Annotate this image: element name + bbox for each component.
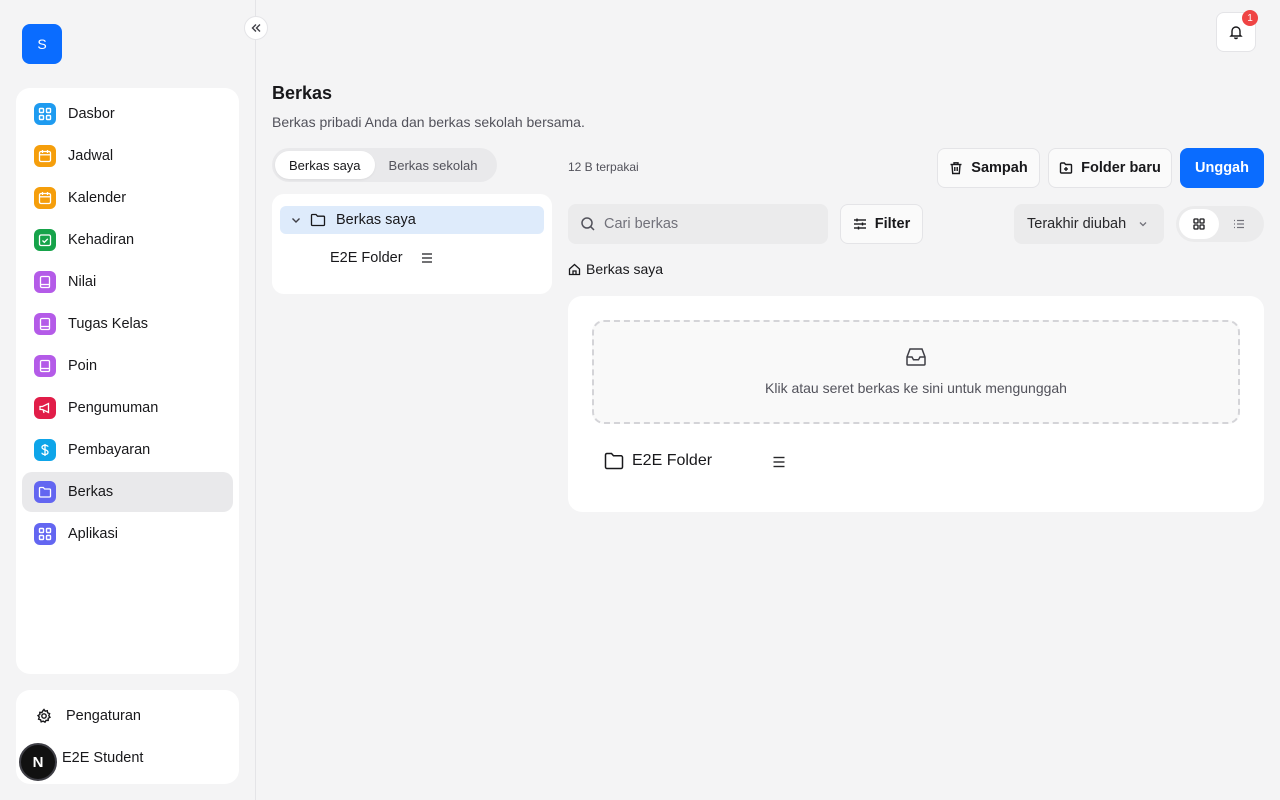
list-view-button[interactable] <box>1219 209 1259 239</box>
inbox-icon <box>906 348 926 366</box>
sidebar-item-label: Pengumuman <box>68 400 159 416</box>
page-subtitle: Berkas pribadi Anda dan berkas sekolah b… <box>272 114 585 130</box>
sidebar-item-label: Dasbor <box>68 106 115 122</box>
sidebar-item-dasbor[interactable]: Dasbor <box>22 94 233 134</box>
sidebar-item-kehadiran[interactable]: Kehadiran <box>22 220 233 260</box>
sidebar-item-label: Tugas Kelas <box>68 316 149 332</box>
bell-icon <box>1229 26 1243 40</box>
sidebar-item-label: Pembayaran <box>68 442 151 458</box>
tree-child-label: E2E Folder <box>330 250 403 266</box>
folder-icon <box>34 481 56 503</box>
chevron-down-icon <box>1139 222 1147 227</box>
sidebar-item-tugas-kelas[interactable]: Tugas Kelas <box>22 304 233 344</box>
sidebar-item-label: Jadwal <box>68 148 114 164</box>
avatar[interactable]: N <box>19 743 57 781</box>
tree-child-item[interactable]: E2E Folder <box>330 248 433 268</box>
new-folder-button[interactable]: Folder baru <box>1048 148 1172 188</box>
school-logo[interactable]: S <box>22 24 62 64</box>
sidebar-item-aplikasi[interactable]: Aplikasi <box>22 514 233 554</box>
list-icon <box>1234 219 1244 229</box>
files-panel: Klik atau seret berkas ke sini untuk men… <box>568 296 1264 512</box>
grid-icon <box>34 523 56 545</box>
user-name: E2E Student <box>62 750 144 766</box>
sidebar: S Dasbor Jadwal Kalender Kehadiran Nilai… <box>0 0 256 800</box>
sidebar-item-label: Kehadiran <box>68 232 135 248</box>
storage-usage: 12 B terpakai <box>568 160 639 174</box>
menu-icon[interactable] <box>421 252 433 264</box>
menu-icon[interactable] <box>772 455 786 472</box>
sort-select[interactable]: Terakhir diubah <box>1014 204 1164 244</box>
gear-icon <box>36 708 52 724</box>
notification-badge: 1 <box>1242 10 1258 26</box>
breadcrumb-root: Berkas saya <box>586 261 664 277</box>
breadcrumb[interactable]: Berkas saya <box>568 261 663 277</box>
sidebar-item-jadwal[interactable]: Jadwal <box>22 136 233 176</box>
folder-plus-icon <box>1059 162 1073 174</box>
folder-icon <box>310 212 326 228</box>
book-icon <box>34 355 56 377</box>
sidebar-item-label: Kalender <box>68 190 127 206</box>
calendar-icon <box>34 145 56 167</box>
upload-button[interactable]: Unggah <box>1180 148 1264 188</box>
settings-label: Pengaturan <box>66 708 141 724</box>
megaphone-icon <box>34 397 56 419</box>
filter-label: Filter <box>874 216 911 232</box>
dollar-icon <box>34 439 56 461</box>
tree-root-item[interactable]: Berkas saya <box>280 206 544 234</box>
sidebar-item-berkas[interactable]: Berkas <box>22 472 233 512</box>
sidebar-item-poin[interactable]: Poin <box>22 346 233 386</box>
collapse-sidebar-button[interactable] <box>244 16 268 40</box>
sidebar-item-kalender[interactable]: Kalender <box>22 178 233 218</box>
calendar-check-icon <box>34 229 56 251</box>
book-icon <box>34 313 56 335</box>
sidebar-item-label: Nilai <box>68 274 97 290</box>
chevron-down-icon[interactable] <box>290 214 302 226</box>
tree-root-label: Berkas saya <box>336 212 416 228</box>
sidebar-item-pengumuman[interactable]: Pengumuman <box>22 388 233 428</box>
grid-icon <box>1193 218 1205 230</box>
search-input[interactable] <box>604 216 804 232</box>
new-folder-label: Folder baru <box>1081 160 1161 176</box>
page-title: Berkas <box>272 83 333 103</box>
tab-berkas-sekolah[interactable]: Berkas sekolah <box>375 151 492 179</box>
folder-icon <box>604 452 624 470</box>
upload-dropzone[interactable]: Klik atau seret berkas ke sini untuk men… <box>592 320 1240 424</box>
sidebar-item-label: Berkas <box>68 484 114 500</box>
sidebar-item-pembayaran[interactable]: Pembayaran <box>22 430 233 470</box>
sidebar-nav: Dasbor Jadwal Kalender Kehadiran Nilai T… <box>16 88 239 674</box>
sort-label: Terakhir diubah <box>1027 216 1127 232</box>
sidebar-item-label: Poin <box>68 358 98 374</box>
trash-icon <box>950 162 962 175</box>
view-toggle <box>1176 206 1264 242</box>
folder-item[interactable]: E2E Folder <box>604 452 712 470</box>
home-icon <box>568 263 581 275</box>
sidebar-item-label: Aplikasi <box>68 526 118 542</box>
book-icon <box>34 271 56 293</box>
search-icon <box>581 217 595 231</box>
search-field[interactable] <box>568 204 828 244</box>
sliders-icon <box>853 218 866 230</box>
grid-icon <box>34 103 56 125</box>
chevrons-left-icon <box>251 24 261 32</box>
dropzone-text: Klik atau seret berkas ke sini untuk men… <box>765 380 1067 396</box>
sidebar-item-nilai[interactable]: Nilai <box>22 262 233 302</box>
folder-tree: Berkas saya E2E Folder <box>272 194 552 294</box>
trash-label: Sampah <box>971 160 1028 176</box>
trash-button[interactable]: Sampah <box>937 148 1040 188</box>
calendar-icon <box>34 187 56 209</box>
upload-label: Unggah <box>1195 160 1249 176</box>
file-tabs: Berkas saya Berkas sekolah <box>272 148 497 182</box>
tab-berkas-saya[interactable]: Berkas saya <box>275 151 375 179</box>
grid-view-button[interactable] <box>1179 209 1219 239</box>
filter-button[interactable]: Filter <box>840 204 923 244</box>
folder-name: E2E Folder <box>632 452 713 469</box>
sidebar-item-pengaturan[interactable]: Pengaturan <box>16 696 239 736</box>
